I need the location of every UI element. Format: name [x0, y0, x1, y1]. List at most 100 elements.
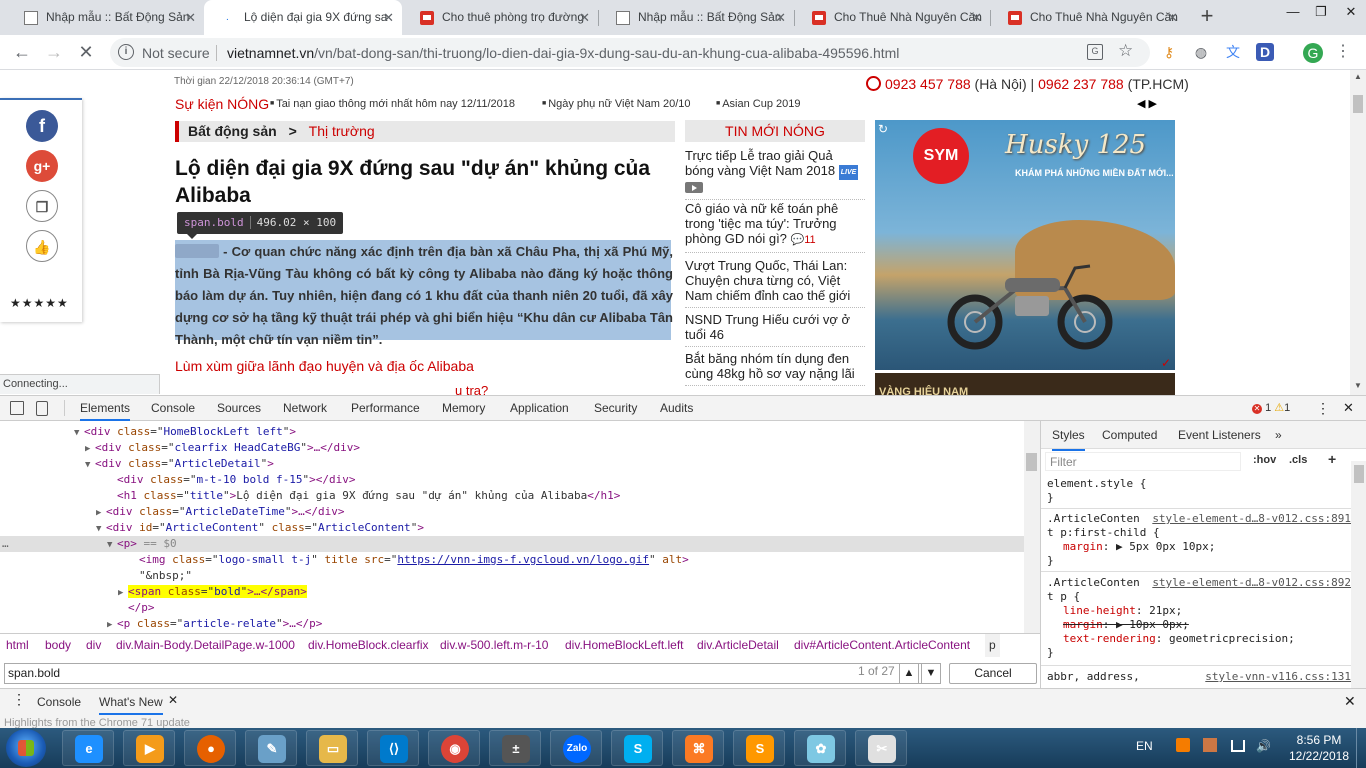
style-rule[interactable]: element.style { }	[1041, 475, 1351, 509]
tab-console[interactable]: Console	[151, 396, 195, 421]
expand-arrow-icon[interactable]: ▶	[96, 505, 106, 521]
tab-performance[interactable]: Performance	[351, 396, 420, 421]
browser-tab[interactable]: Cho Thuê Nhà Nguyên Căn ✕	[990, 0, 1186, 35]
dom-tree-scrollbar[interactable]	[1024, 421, 1040, 633]
news-title[interactable]: Vượt Trung Quốc, Thái Lan: Chuyện chưa t…	[685, 258, 850, 303]
event-link[interactable]: Tai nạn giao thông mới nhất hôm nay 12/1…	[270, 98, 515, 110]
style-property-overridden[interactable]: margin: ▶ 10px 0px;	[1047, 618, 1345, 632]
tab-audits[interactable]: Audits	[660, 396, 693, 421]
browser-tab[interactable]: Nhập mẫu :: Bất Động Sản ✕	[6, 0, 204, 35]
category-link[interactable]: Bất động sản	[188, 123, 277, 139]
event-carousel-arrows[interactable]: ◀ ▶	[1137, 97, 1157, 110]
dom-node[interactable]: ▶ <p class="article-relate">…</p>	[0, 616, 1024, 632]
taskbar-button[interactable]: Zalo	[550, 730, 602, 766]
dom-node[interactable]: ▼ <div class="HomeBlockLeft left">	[0, 424, 1024, 440]
browser-tab[interactable]: Cho Thuê Nhà Nguyên Căn ✕	[794, 0, 990, 35]
tab-styles[interactable]: Styles	[1052, 421, 1085, 451]
address-bar[interactable]: i Not secure vietnamnet.vn/vn/bat-dong-s…	[110, 38, 1150, 67]
subcategory-link[interactable]: Thị trường	[309, 123, 375, 139]
dom-tree[interactable]: ▼ <div class="HomeBlockLeft left"> ▶ <div c…	[0, 421, 1024, 633]
scroll-up-arrow-icon[interactable]: ▲	[1354, 72, 1362, 81]
taskbar-button[interactable]: e	[62, 730, 114, 766]
more-tabs-icon[interactable]: »	[1275, 421, 1282, 449]
styles-filter-input[interactable]: Filter	[1045, 452, 1241, 471]
taskbar-button[interactable]: S	[611, 730, 663, 766]
new-style-rule-icon[interactable]: +	[1328, 451, 1336, 467]
style-rule[interactable]: .ArticleConten style-element-d…8-v012.cs…	[1041, 510, 1351, 572]
extension-circle-icon[interactable]: ◍	[1192, 43, 1210, 61]
tab-memory[interactable]: Memory	[442, 396, 485, 421]
expand-arrow-icon[interactable]: ▶	[85, 441, 95, 457]
collapse-arrow-icon[interactable]: ▼	[74, 425, 84, 441]
scrollbar-thumb[interactable]	[1354, 465, 1364, 483]
dom-node[interactable]: ▼ <div id="ArticleContent" class="Article…	[0, 520, 1024, 536]
close-window-button[interactable]: ✕	[1336, 0, 1366, 24]
expand-arrow-icon[interactable]: ▶	[107, 617, 117, 633]
secondary-ad-banner[interactable]: VÀNG HIỆU NAM	[875, 373, 1175, 395]
advertisement-banner[interactable]: ↻ SYM Husky 125 KHÁM PHÁ NHỮNG MIỀN ĐẤT …	[875, 120, 1175, 370]
tab-event-listeners[interactable]: Event Listeners	[1178, 421, 1261, 449]
tab-computed[interactable]: Computed	[1102, 421, 1157, 449]
node-actions-icon[interactable]: …	[2, 536, 9, 552]
taskbar-button[interactable]: S	[733, 730, 785, 766]
minimize-button[interactable]: —	[1278, 0, 1308, 24]
extension-d-icon[interactable]: D	[1256, 43, 1274, 61]
taskbar-button[interactable]: ▭	[306, 730, 358, 766]
dom-node[interactable]: ▼ <div class="ArticleDetail">	[0, 456, 1024, 472]
tray-xampp-icon[interactable]	[1176, 738, 1191, 752]
page-scrollbar[interactable]: ▲ ▼	[1350, 70, 1366, 395]
device-toolbar-icon[interactable]	[36, 401, 48, 416]
dom-node[interactable]: ▶ <div class="clearfix HeadCateBG">…</div…	[0, 440, 1024, 456]
new-tab-button[interactable]: +	[1196, 5, 1218, 28]
dom-search-input[interactable]: span.bold	[4, 663, 922, 684]
bookmark-star-icon[interactable]: ☆	[1118, 41, 1133, 61]
dom-breadcrumb-item[interactable]: div#ArticleContent.ArticleContent	[794, 634, 970, 657]
taskbar-button[interactable]: ▶	[123, 730, 175, 766]
close-tab-icon[interactable]: ✕	[775, 0, 786, 35]
tray-volume-icon[interactable]: 🔊	[1256, 739, 1271, 753]
tab-security[interactable]: Security	[594, 396, 637, 421]
dom-breadcrumb-item[interactable]: div.ArticleDetail	[697, 634, 779, 657]
class-toggle[interactable]: .cls	[1289, 454, 1307, 466]
close-tab-icon[interactable]: ✕	[1167, 0, 1178, 35]
windows-start-button[interactable]	[6, 729, 46, 767]
forward-arrow-icon[interactable]: →	[42, 41, 66, 65]
tray-flag-icon[interactable]	[1203, 738, 1218, 752]
related-article-link[interactable]: u tra?	[455, 383, 488, 395]
show-desktop-button[interactable]	[1356, 728, 1366, 768]
stop-loading-icon[interactable]: ✕	[74, 41, 98, 65]
tab-network[interactable]: Network	[283, 396, 327, 421]
taskbar-button[interactable]: ●	[184, 730, 236, 766]
dom-node-selected[interactable]: … ▼ <p> == $0	[0, 536, 1024, 552]
tray-network-icon[interactable]	[1230, 740, 1245, 752]
expand-arrow-icon[interactable]: ▶	[118, 585, 128, 601]
dom-node[interactable]: ▶ <span class="bold">…</span>	[0, 584, 1024, 600]
drawer-tab-console[interactable]: Console	[37, 691, 81, 713]
rating-stars[interactable]: ★★★★★	[10, 296, 69, 310]
back-arrow-icon[interactable]: ←	[10, 41, 34, 65]
tab-elements[interactable]: Elements	[80, 396, 131, 421]
dom-breadcrumb-item[interactable]: div.HomeBlockLeft.left	[565, 634, 684, 657]
google-translate-icon[interactable]: 文	[1224, 43, 1242, 61]
hot-news-item[interactable]: Cô giáo và nữ kế toán phê trong 'tiệc ma…	[685, 201, 865, 253]
close-tab-icon[interactable]: ✕	[579, 0, 590, 35]
dom-breadcrumb-item[interactable]: p	[985, 634, 1000, 657]
dom-breadcrumb-item[interactable]: div.Main-Body.DetailPage.w-1000	[116, 634, 295, 657]
browser-tab-active[interactable]: . Lộ diện đại gia 9X đứng sa ✕	[204, 0, 402, 35]
url-text[interactable]: vietnamnet.vn/vn/bat-dong-san/thi-truong…	[227, 45, 899, 61]
close-tab-icon[interactable]: ✕	[971, 0, 982, 35]
close-tab-icon[interactable]: ✕	[383, 0, 394, 35]
dom-node[interactable]: </p>	[0, 600, 1024, 616]
related-article-link[interactable]: Lùm xùm giữa lãnh đạo huyện và địa ốc Al…	[175, 358, 474, 374]
browser-tab[interactable]: Cho thuê phòng trọ đường ✕	[402, 0, 598, 35]
dom-breadcrumb-item[interactable]: div	[86, 634, 101, 657]
translate-icon[interactable]: G	[1087, 44, 1103, 60]
rule-source-link[interactable]: style-vnn-v116.css:131	[1205, 670, 1351, 684]
scroll-down-arrow-icon[interactable]: ▼	[1354, 381, 1362, 390]
extension-key-icon[interactable]: ⚷	[1160, 43, 1178, 61]
dom-node[interactable]: <h1 class="title">Lộ diện đại gia 9X đứn…	[0, 488, 1024, 504]
collapse-arrow-icon[interactable]: ▼	[96, 521, 106, 537]
devtools-menu-icon[interactable]: ⋮	[1316, 400, 1330, 417]
language-indicator[interactable]: EN	[1136, 739, 1153, 753]
style-property[interactable]: text-rendering: geometricprecision;	[1047, 632, 1345, 646]
